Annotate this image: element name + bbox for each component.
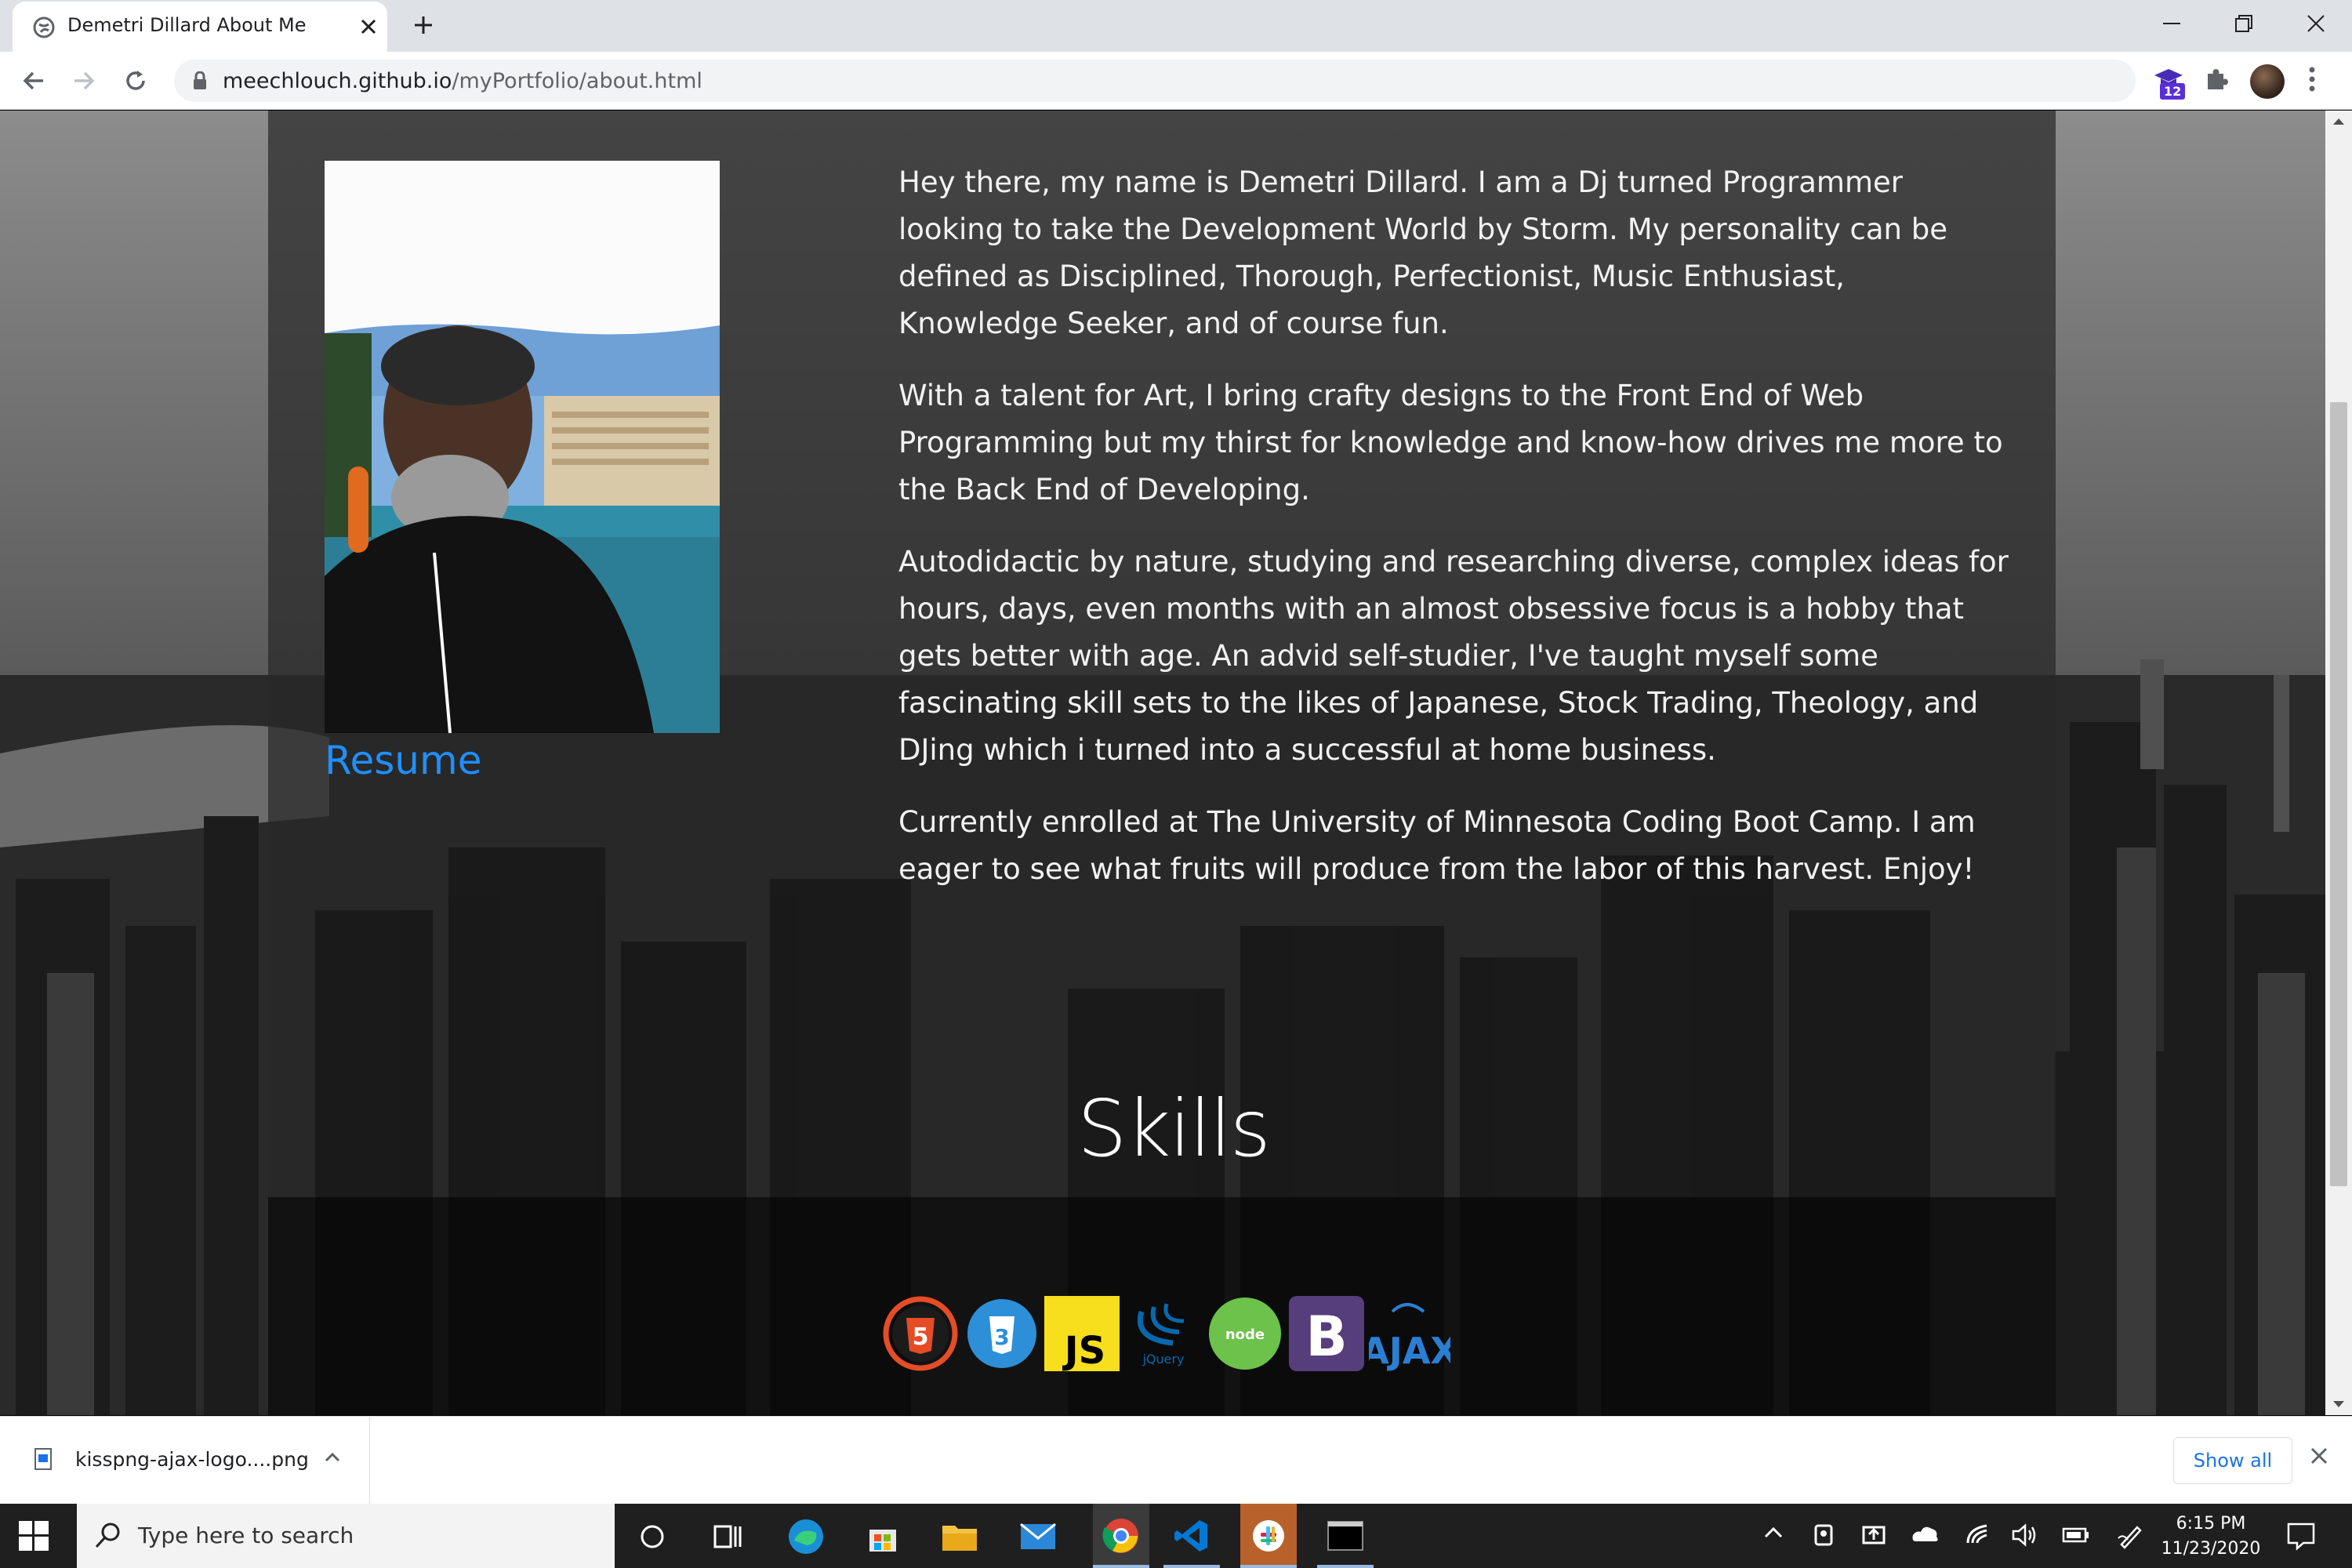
clock-time: 6:15 PM: [2176, 1514, 2246, 1534]
javascript-icon: JS: [1044, 1296, 1120, 1371]
chevron-up-tray-icon[interactable]: [1762, 1523, 1784, 1544]
clock-date: 11/23/2020: [2161, 1539, 2261, 1559]
active-indicator: [1163, 1565, 1220, 1568]
meet-now-icon[interactable]: [1811, 1523, 1836, 1548]
chrome-taskbar-icon[interactable]: [1093, 1504, 1149, 1568]
url-path: /myPortfolio/about.html: [452, 69, 702, 93]
restore-icon[interactable]: [2208, 0, 2280, 47]
active-indicator: [1240, 1565, 1297, 1568]
ajax-icon: AJAX: [1369, 1303, 1450, 1371]
vscode-icon[interactable]: [1163, 1504, 1220, 1568]
close-window-icon[interactable]: [2280, 0, 2352, 47]
svg-text:jQuery: jQuery: [1142, 1352, 1184, 1367]
bio-paragraph-4: Currently enrolled at The University of …: [898, 805, 1976, 886]
active-indicator: [1093, 1565, 1149, 1568]
image-file-icon: [34, 1448, 52, 1470]
bio-paragraph-3: Autodidactic by nature, studying and res…: [898, 545, 2009, 767]
taskbar-search-box[interactable]: Type here to search: [77, 1504, 615, 1568]
back-icon[interactable]: [16, 63, 52, 99]
profile-avatar[interactable]: [2250, 64, 2285, 99]
page-viewport: Resume Hey there, my name is Demetri Dil…: [0, 111, 2325, 1415]
upload-tray-icon[interactable]: [1861, 1523, 1886, 1548]
tab-title: Demetri Dillard About Me: [67, 14, 307, 36]
browser-toolbar: meechlouch.github.io/myPortfolio/about.h…: [0, 52, 2352, 110]
bootstrap-icon: B: [1289, 1296, 1364, 1371]
browser-tab[interactable]: Demetri Dillard About Me: [13, 2, 387, 52]
forward-icon[interactable]: [66, 63, 102, 99]
extension-badge: 12: [2160, 83, 2186, 100]
globe-icon: [33, 16, 55, 38]
url-text: meechlouch.github.io/myPortfolio/about.h…: [223, 69, 702, 93]
edge-icon[interactable]: [784, 1515, 828, 1559]
nodejs-icon: node: [1209, 1298, 1281, 1370]
wifi-icon[interactable]: [1965, 1523, 1991, 1548]
task-view-icon[interactable]: [706, 1515, 750, 1559]
new-tab-icon[interactable]: [408, 9, 439, 41]
file-explorer-icon[interactable]: [938, 1515, 982, 1559]
svg-text:JS: JS: [1062, 1329, 1105, 1371]
show-all-button[interactable]: Show all: [2173, 1437, 2292, 1484]
cortana-icon[interactable]: [630, 1515, 674, 1559]
profile-photo: [325, 161, 720, 733]
onedrive-icon[interactable]: [1911, 1523, 1940, 1544]
taskbar-clock[interactable]: 6:15 PM 11/23/2020: [2156, 1512, 2266, 1562]
svg-text:5: 5: [913, 1323, 929, 1351]
volume-icon[interactable]: [2012, 1523, 2038, 1548]
svg-text:AJAX: AJAX: [1369, 1330, 1450, 1371]
resume-link[interactable]: Resume: [325, 738, 481, 783]
bio-section: Hey there, my name is Demetri Dillard. I…: [898, 159, 2012, 918]
css3-icon: 3: [967, 1299, 1036, 1368]
url-host: meechlouch.github.io: [223, 69, 452, 93]
skills-heading: Skills: [1077, 1083, 1271, 1174]
notifications-icon[interactable]: [2286, 1521, 2316, 1551]
terminal-icon[interactable]: [1317, 1504, 1374, 1568]
scroll-up-icon[interactable]: [2333, 117, 2344, 125]
svg-text:3: 3: [994, 1324, 1009, 1350]
svg-text:node: node: [1225, 1327, 1265, 1343]
more-menu-icon[interactable]: [2308, 66, 2316, 93]
battery-icon[interactable]: [2062, 1523, 2090, 1546]
search-placeholder: Type here to search: [138, 1523, 354, 1548]
jquery-icon: jQuery: [1138, 1303, 1185, 1367]
page-scrollbar[interactable]: [2325, 111, 2352, 1415]
bio-paragraph-2: With a talent for Art, I bring crafty de…: [898, 379, 2003, 506]
puzzle-extensions-icon[interactable]: [2203, 66, 2230, 93]
address-bar[interactable]: meechlouch.github.io/myPortfolio/about.h…: [174, 60, 2283, 102]
svg-text:B: B: [1305, 1305, 1347, 1369]
tab-close-icon[interactable]: [353, 11, 384, 42]
chevron-up-icon[interactable]: [323, 1448, 342, 1467]
windows-taskbar: Type here to search 6:15 PM 11/23/2020: [0, 1504, 2352, 1568]
search-icon: [95, 1523, 120, 1548]
lock-icon[interactable]: [193, 71, 207, 90]
html5-icon: 5: [883, 1296, 958, 1371]
windows-start-icon[interactable]: [19, 1521, 49, 1551]
bio-paragraph-1: Hey there, my name is Demetri Dillard. I…: [898, 165, 1947, 340]
minimize-icon[interactable]: [2136, 0, 2208, 47]
reload-icon[interactable]: [118, 63, 154, 99]
active-indicator: [1317, 1565, 1374, 1568]
microsoft-store-icon[interactable]: [861, 1515, 905, 1559]
scroll-thumb[interactable]: [2330, 402, 2347, 1186]
pen-ink-icon[interactable]: [2117, 1523, 2143, 1549]
download-item[interactable]: kisspng-ajax-logo....png: [0, 1417, 370, 1504]
close-downloads-icon[interactable]: [2308, 1445, 2330, 1467]
slack-icon[interactable]: [1240, 1504, 1297, 1568]
download-bar: kisspng-ajax-logo....png Show all: [0, 1416, 2352, 1504]
tab-strip: Demetri Dillard About Me: [0, 0, 2352, 52]
mail-icon[interactable]: [1016, 1515, 1060, 1559]
download-file-name: kisspng-ajax-logo....png: [75, 1448, 309, 1471]
scroll-down-icon[interactable]: [2333, 1401, 2344, 1409]
